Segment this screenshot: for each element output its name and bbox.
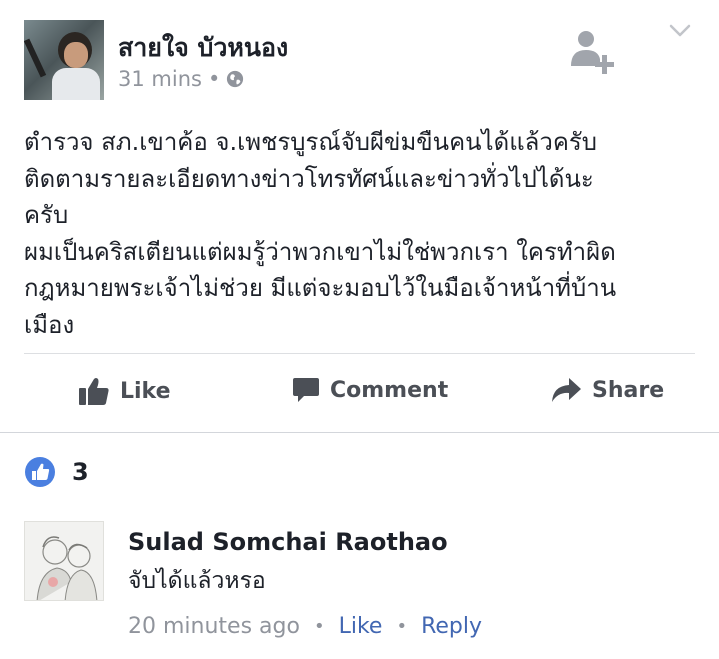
comment-icon [293, 378, 319, 402]
thumbs-up-icon [79, 378, 109, 405]
reaction-count: 3 [72, 458, 89, 486]
share-label: Share [592, 377, 665, 403]
post-text-line: ผมเป็นคริสเตียนแต่ผมรู้ว่าพวกเขาไม่ใช่พว… [24, 237, 616, 266]
meta-separator: • [313, 616, 325, 637]
post-meta: 31 mins • [118, 67, 244, 91]
comment-reply-link[interactable]: Reply [421, 614, 482, 639]
meta-separator: • [396, 616, 408, 637]
post-text-line: ตำรวจ สภ.เขาค้อ จ.เพชรบูรณ์จับผีข่มขืนคน… [24, 128, 598, 156]
action-bar: Like Comment Share [0, 360, 719, 424]
post-text-line: ครับ [24, 201, 69, 229]
post-text-line: กฎหมายพระเจ้าไม่ช่วย มีแต่จะมอบไว้ในมือเ… [24, 274, 617, 302]
like-badge-icon [25, 457, 55, 487]
comment-label: Comment [330, 377, 449, 403]
add-friend-icon[interactable] [568, 26, 618, 76]
like-button[interactable]: Like [78, 376, 171, 406]
author-avatar[interactable] [24, 20, 104, 100]
meta-separator: • [207, 67, 221, 91]
commenter-avatar[interactable] [24, 521, 104, 601]
reactions-summary[interactable]: 3 [24, 456, 89, 488]
comment-time[interactable]: 20 minutes ago [128, 614, 300, 639]
comment-meta: 20 minutes ago • Like • Reply [128, 614, 482, 639]
author-name[interactable]: สายใจ บัวหนอง [118, 28, 288, 68]
post-text-line: ติดตามรายละเอียดทางข่าวโทรทัศน์และข่าวทั… [24, 164, 594, 193]
divider [24, 353, 695, 354]
commenter-name[interactable]: Sulad Somchai Raothao [128, 528, 448, 556]
share-icon [552, 378, 581, 402]
globe-icon[interactable] [226, 70, 244, 88]
post-text-line: เมือง [24, 310, 75, 339]
like-label: Like [120, 378, 171, 404]
comment-like-link[interactable]: Like [339, 614, 383, 639]
chevron-down-icon[interactable] [668, 22, 692, 40]
post-card: สายใจ บัวหนอง 31 mins • ตำรวจ สภ.เขาค้อ … [0, 0, 719, 432]
comment-button[interactable]: Comment [292, 376, 448, 404]
share-button[interactable]: Share [550, 376, 664, 404]
comment-text: จับได้แล้วหรอ [128, 568, 266, 594]
post-time[interactable]: 31 mins [118, 67, 202, 91]
section-divider [0, 432, 719, 433]
post-text: ตำรวจ สภ.เขาค้อ จ.เพชรบูรณ์จับผีข่มขืนคน… [24, 124, 704, 343]
